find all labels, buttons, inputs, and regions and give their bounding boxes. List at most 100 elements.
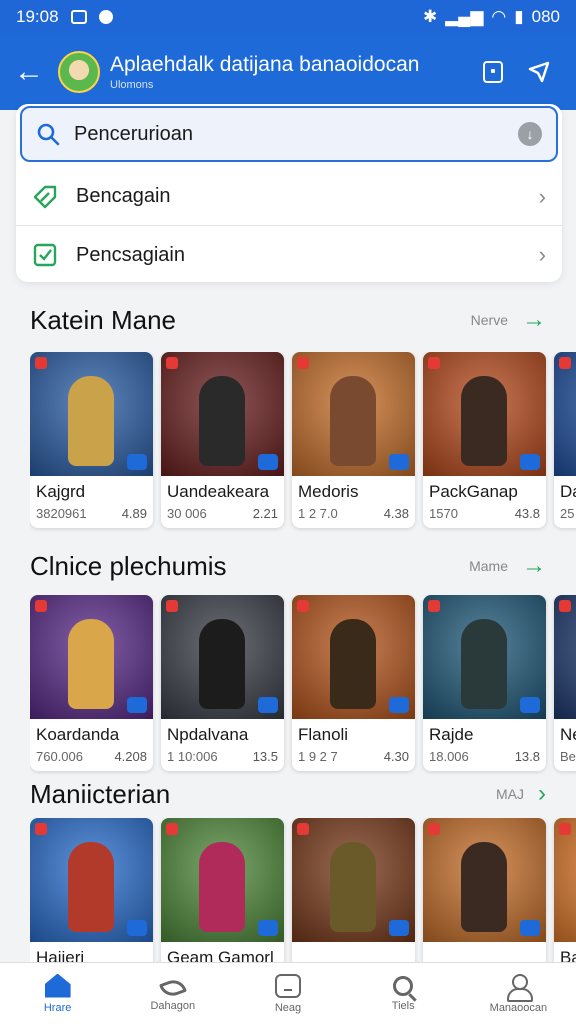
game-thumbnail: [292, 595, 415, 719]
battery-level: 080: [531, 7, 560, 26]
game-card[interactable]: Npdalvana 1 10:006 13.5: [161, 595, 284, 771]
rating-badge: [520, 920, 540, 936]
chevron-right-icon: ›: [538, 780, 546, 807]
rating-badge: [258, 454, 278, 470]
game-card[interactable]: Koardanda 760.006 4.208: [30, 595, 153, 771]
section-header: Maniicterian MAJ ›: [30, 774, 546, 814]
see-more-label: Nerve: [470, 312, 508, 328]
game-title: Koardanda: [36, 725, 120, 744]
game-thumbnail: [161, 352, 284, 476]
bottom-navigation: Hrare Dahagon Neag Tiels Manaoocan: [0, 962, 576, 1024]
avatar[interactable]: [58, 51, 100, 93]
character-art: [68, 619, 114, 709]
download-count: 18.006: [429, 749, 469, 764]
game-thumbnail: [554, 352, 576, 476]
nav-search[interactable]: Tiels: [346, 963, 461, 1024]
see-more-link[interactable]: Mame →: [469, 554, 546, 578]
corner-badge: [35, 600, 47, 612]
game-meta: 3820961 4.89: [30, 502, 153, 521]
game-thumbnail: [30, 352, 153, 476]
search-icon: [37, 123, 60, 146]
download-count: 1570: [429, 506, 458, 521]
battery-icon: ▮: [514, 7, 524, 26]
see-more-link[interactable]: Nerve →: [471, 308, 546, 332]
corner-badge: [428, 823, 440, 835]
corner-badge: [166, 357, 178, 369]
rating-badge: [258, 920, 278, 936]
download-count: 3820961: [36, 506, 87, 521]
section-title: Maniicterian: [30, 778, 171, 809]
game-thumbnail: [30, 818, 153, 942]
game-row: Kajgrd 3820961 4.89 Uandeakeara 30 006 2.21 Me…: [30, 352, 576, 532]
game-title: Kajgrd: [36, 482, 86, 501]
nav-label: Manaoocan: [489, 1001, 548, 1014]
back-arrow-icon[interactable]: ←: [14, 57, 58, 87]
game-title: Rajde: [429, 725, 474, 744]
rating-badge: [258, 697, 278, 713]
game-card[interactable]: Kajgrd 3820961 4.89: [30, 352, 153, 528]
nav-profile[interactable]: Manaoocan: [461, 963, 576, 1024]
rating-badge: [127, 454, 147, 470]
rating-badge: [389, 454, 409, 470]
corner-badge: [35, 823, 47, 835]
character-art: [330, 842, 376, 932]
status-time: 19:08: [16, 7, 59, 26]
game-thumbnail: [161, 818, 284, 942]
nav-explore[interactable]: Dahagon: [115, 963, 230, 1024]
search-box[interactable]: ↓: [20, 106, 558, 162]
share-button[interactable]: [516, 49, 562, 95]
download-count: 1 2 7.0: [298, 506, 338, 521]
character-art: [330, 376, 376, 466]
download-icon[interactable]: ↓: [518, 122, 542, 146]
character-art: [199, 376, 245, 466]
corner-badge: [166, 600, 178, 612]
bookmark-button[interactable]: [470, 49, 516, 95]
search-icon: [393, 975, 414, 996]
game-card[interactable]: Rajde 18.006 13.8: [423, 595, 546, 771]
game-thumbnail: [423, 595, 546, 719]
character-art: [461, 842, 507, 932]
section-header: Katein Mane Nerve →: [30, 300, 546, 340]
game-card[interactable]: Da 25: [554, 352, 576, 528]
corner-badge: [559, 600, 571, 612]
corner-badge: [428, 357, 440, 369]
suggestion-item[interactable]: Bencagain ›: [16, 168, 562, 226]
checkbox-icon: [33, 243, 57, 267]
nav-messages[interactable]: Neag: [230, 963, 345, 1024]
game-meta: 25: [554, 502, 576, 521]
rating-badge: [127, 697, 147, 713]
corner-badge: [297, 600, 309, 612]
nav-label: Dahagon: [150, 999, 196, 1012]
game-rating: 4.208: [114, 749, 147, 764]
message-icon: [275, 973, 301, 998]
suggestion-item[interactable]: Pencsagiain ›: [16, 226, 562, 284]
game-rating: 4.89: [121, 506, 147, 521]
search-input[interactable]: [74, 122, 518, 146]
game-thumbnail: [30, 595, 153, 719]
game-card[interactable]: PackGanap 1570 43.8: [423, 352, 546, 528]
download-count: 760.006: [36, 749, 83, 764]
page-title: Aplaehdalk datijana banaoidocan: [110, 53, 420, 76]
download-count: Be: [560, 749, 576, 764]
see-more-label: MAJ: [496, 786, 524, 802]
game-thumbnail: [423, 352, 546, 476]
game-rating: 4.30: [383, 749, 409, 764]
game-card[interactable]: Flanoli 1 9 2 7 4.30: [292, 595, 415, 771]
user-icon: [505, 973, 534, 1002]
game-title: Medoris: [298, 482, 359, 501]
see-more-link[interactable]: MAJ ›: [496, 782, 546, 806]
game-meta: Be: [554, 745, 576, 764]
game-card[interactable]: Uandeakeara 30 006 2.21: [161, 352, 284, 528]
chat-notification-icon: [98, 10, 113, 24]
app-bar: ← Aplaehdalk datijana banaoidocan Ulomon…: [0, 34, 576, 110]
section-title: Katein Mane: [30, 304, 176, 335]
character-art: [199, 842, 245, 932]
rating-badge: [127, 920, 147, 936]
corner-badge: [35, 357, 47, 369]
game-meta: 30 006 2.21: [161, 502, 284, 521]
nav-label: Tiels: [391, 999, 415, 1012]
character-art: [68, 842, 114, 932]
nav-home[interactable]: Hrare: [0, 963, 115, 1024]
game-card[interactable]: Medoris 1 2 7.0 4.38: [292, 352, 415, 528]
game-card[interactable]: Ne Be: [554, 595, 576, 771]
